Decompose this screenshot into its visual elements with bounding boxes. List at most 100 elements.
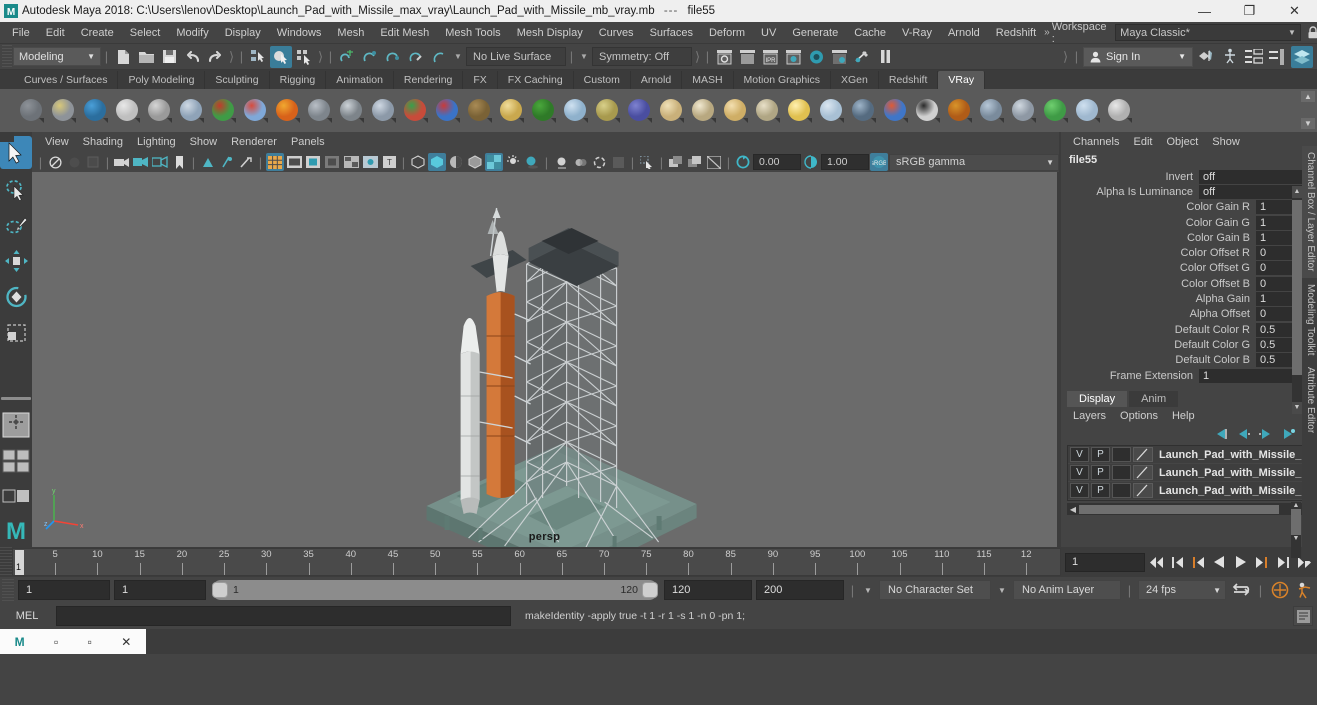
viewport-no-select-icon[interactable] <box>46 153 64 171</box>
menu-create[interactable]: Create <box>73 24 122 42</box>
bookmark-flag-icon[interactable] <box>170 153 188 171</box>
viewport-menu-show[interactable]: Show <box>183 134 225 150</box>
vray-sun-icon[interactable] <box>784 96 814 126</box>
shelf-scroll-up-icon[interactable]: ▲ <box>1301 91 1315 102</box>
command-input[interactable] <box>56 606 511 626</box>
shelf-tab-xgen[interactable]: XGen <box>831 71 879 89</box>
render-settings-button[interactable] <box>805 46 827 68</box>
workspace-select[interactable]: Maya Classic* ▼ <box>1115 24 1301 41</box>
shelf-tab-custom[interactable]: Custom <box>573 71 631 89</box>
vray-texture-icon[interactable] <box>912 96 942 126</box>
channel-name[interactable]: Default Color R <box>1061 324 1256 336</box>
menu-mesh[interactable]: Mesh <box>329 24 372 42</box>
gate-mask-icon[interactable] <box>323 153 341 171</box>
snap-to-view-plane-button[interactable] <box>428 46 450 68</box>
shelf-tab-vray[interactable]: VRay <box>938 71 986 89</box>
undo-button[interactable] <box>181 46 203 68</box>
layer-playback-toggle[interactable]: P <box>1090 447 1110 463</box>
docked-tab-modeling-toolkit[interactable]: Modeling Toolkit <box>1302 278 1317 362</box>
vray-render-settings-copy-icon[interactable] <box>48 96 78 126</box>
channel-name[interactable]: Frame Extension <box>1061 370 1199 382</box>
vray-volume-icon[interactable] <box>560 96 590 126</box>
anti-aliasing-icon[interactable] <box>590 153 608 171</box>
film-gate-icon[interactable] <box>285 153 303 171</box>
move-tool[interactable] <box>0 244 32 277</box>
vray-toon-icon[interactable] <box>1040 96 1070 126</box>
toggle-hypershade-button[interactable] <box>851 46 873 68</box>
vray-sphere-light-icon[interactable] <box>496 96 526 126</box>
viewport-bookmark-icon[interactable] <box>84 153 102 171</box>
smooth-shade-all-icon[interactable] <box>428 153 446 171</box>
select-by-hierarchy-button[interactable] <box>247 46 269 68</box>
isolate-select-icon[interactable] <box>638 153 656 171</box>
vray-spot-light-icon[interactable] <box>752 96 782 126</box>
playback-speed-select[interactable]: 24 fps ▼ <box>1138 580 1226 600</box>
shelf-tab-poly-modeling[interactable]: Poly Modeling <box>118 71 206 89</box>
channel-box-scrollbar[interactable]: ▲ ▼ <box>1292 186 1302 414</box>
channel-name[interactable]: Color Offset B <box>1061 278 1256 290</box>
open-render-setup-button[interactable] <box>1195 46 1217 68</box>
exposure-icon[interactable] <box>218 153 236 171</box>
time-slider-cursor[interactable]: 1 <box>15 550 24 575</box>
layer-color-swatch[interactable] <box>1132 483 1153 499</box>
viewport-menu-lighting[interactable]: Lighting <box>130 134 183 150</box>
open-outliner-button[interactable] <box>1219 46 1241 68</box>
animation-end-field[interactable]: 200 <box>756 580 844 600</box>
step-back-key-button[interactable] <box>1168 551 1187 573</box>
lock-icon[interactable] <box>1305 25 1317 41</box>
two-sided-lighting-icon[interactable] <box>132 153 150 171</box>
save-scene-button[interactable] <box>158 46 180 68</box>
render-current-frame-button[interactable] <box>713 46 735 68</box>
snap-options-arrow[interactable]: ▼ <box>451 46 465 68</box>
menu-deform[interactable]: Deform <box>701 24 753 42</box>
layer-name[interactable]: Launch_Pad_with_Missile_la <box>1153 449 1302 461</box>
vray-plane-icon[interactable] <box>336 96 366 126</box>
vray-frame-buffer-icon[interactable] <box>944 96 974 126</box>
anim-layer-arrow[interactable]: ▼ <box>995 579 1009 601</box>
layer-first-icon[interactable] <box>1214 428 1229 443</box>
ipr-paint-icon[interactable] <box>199 153 217 171</box>
vray-clipper-icon[interactable] <box>464 96 494 126</box>
camera-grid-icon[interactable] <box>151 153 169 171</box>
channel-name[interactable]: Default Color G <box>1061 339 1256 351</box>
shelf-tab-arnold[interactable]: Arnold <box>630 71 683 89</box>
vray-sphere-blue-icon[interactable] <box>624 96 654 126</box>
viewport-menu-renderer[interactable]: Renderer <box>224 134 284 150</box>
texture-border-icon[interactable]: T <box>380 153 398 171</box>
vray-fur-icon[interactable] <box>400 96 430 126</box>
menu-mesh-tools[interactable]: Mesh Tools <box>437 24 508 42</box>
vray-blend-mat-icon[interactable] <box>880 96 910 126</box>
go-to-start-button[interactable] <box>1147 551 1166 573</box>
character-set-arrow[interactable]: ▼ <box>861 579 875 601</box>
shelf-tab-redshift[interactable]: Redshift <box>878 71 939 89</box>
channel-name[interactable]: Alpha Offset <box>1061 308 1256 320</box>
range-start-field[interactable]: 1 <box>114 580 206 600</box>
layer-state-toggle[interactable] <box>1111 465 1131 481</box>
rotate-tool[interactable] <box>0 280 32 313</box>
menu-mesh-display[interactable]: Mesh Display <box>509 24 591 42</box>
open-channel-box-button[interactable] <box>1291 45 1313 68</box>
motion-blur-icon[interactable] <box>571 153 589 171</box>
sign-in-button[interactable]: Sign In ▼ <box>1083 46 1193 67</box>
panel-zoom-icon[interactable] <box>667 153 685 171</box>
minimize-button[interactable]: — <box>1182 0 1227 22</box>
channel-name[interactable]: Color Gain B <box>1061 232 1256 244</box>
maya-taskbar-icon[interactable]: M <box>15 635 25 649</box>
animation-start-field[interactable]: 1 <box>18 580 110 600</box>
channel-value[interactable]: off <box>1199 169 1317 184</box>
channel-name[interactable]: Color Offset G <box>1061 262 1256 274</box>
lasso-select-tool[interactable] <box>0 172 32 205</box>
play-backwards-button[interactable] <box>1210 551 1229 573</box>
paint-select-tool[interactable] <box>0 208 32 241</box>
viewport-select-camera-icon[interactable] <box>65 153 83 171</box>
select-by-object-type-button[interactable] <box>270 45 292 68</box>
step-forward-key-button[interactable] <box>1273 551 1292 573</box>
docked-tab-channel-box-layer-editor[interactable]: Channel Box / Layer Editor <box>1302 146 1317 278</box>
shelf-tab-rendering[interactable]: Rendering <box>393 71 464 89</box>
menu-redshift[interactable]: Redshift <box>988 24 1044 42</box>
two-pane-layout-button[interactable] <box>0 480 32 513</box>
vray-help-icon[interactable] <box>1104 96 1134 126</box>
ipr-render-button[interactable]: IPR <box>759 46 781 68</box>
menuset-select[interactable]: Modeling ▼ <box>13 47 101 66</box>
menu-edit[interactable]: Edit <box>38 24 73 42</box>
